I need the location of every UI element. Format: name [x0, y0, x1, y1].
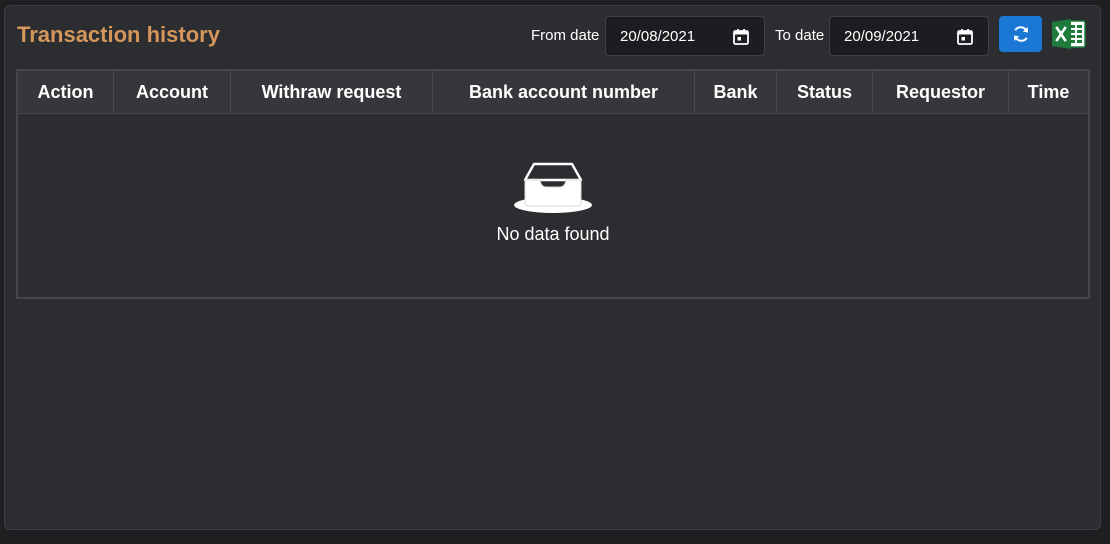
calendar-icon[interactable]: [732, 28, 750, 46]
refresh-icon: [1013, 26, 1028, 42]
to-date-label: To date: [775, 27, 825, 44]
page-title: Transaction history: [17, 22, 220, 47]
to-date-value: 20/09/2021: [844, 27, 920, 45]
transaction-history-panel: Transaction history From date 20/08/2021…: [4, 5, 1101, 530]
empty-inbox-icon: [514, 162, 592, 213]
from-date-label: From date: [531, 27, 600, 44]
column-header-time[interactable]: Time: [1009, 71, 1088, 113]
column-header-account[interactable]: Account: [114, 71, 231, 113]
column-header-action[interactable]: Action: [18, 71, 114, 113]
calendar-icon[interactable]: [956, 28, 974, 46]
empty-state-text: No data found: [496, 224, 610, 244]
refresh-button[interactable]: [999, 16, 1042, 52]
column-header-requestor[interactable]: Requestor: [873, 71, 1009, 113]
empty-state: No data found: [18, 115, 1088, 297]
from-date-input[interactable]: 20/08/2021: [605, 16, 765, 56]
transactions-table: Action Account Withraw request Bank acco…: [16, 69, 1090, 299]
column-header-bank-account-number[interactable]: Bank account number: [433, 71, 695, 113]
to-date-input[interactable]: 20/09/2021: [829, 16, 989, 56]
column-header-bank[interactable]: Bank: [695, 71, 777, 113]
column-header-withdraw-request[interactable]: Withraw request: [231, 71, 433, 113]
from-date-value: 20/08/2021: [620, 27, 696, 45]
column-header-status[interactable]: Status: [777, 71, 873, 113]
excel-icon: [1052, 19, 1086, 49]
table-header: Action Account Withraw request Bank acco…: [18, 71, 1088, 114]
export-excel-button[interactable]: [1051, 18, 1087, 50]
